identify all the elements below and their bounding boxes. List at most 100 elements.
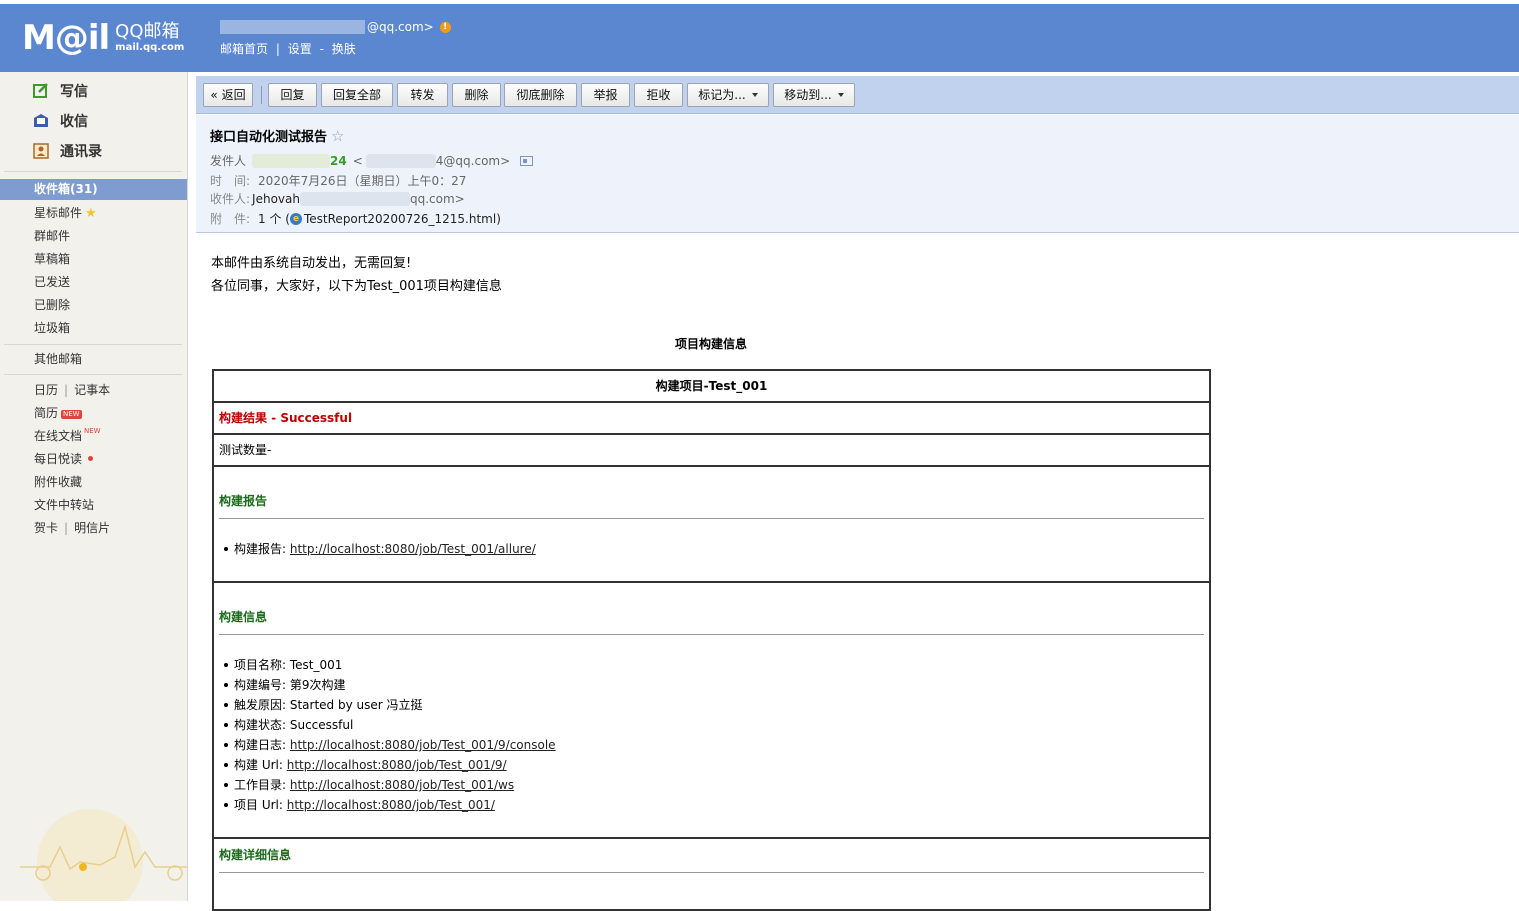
logo-brand: QQ邮箱 bbox=[115, 21, 180, 42]
sidebar-divider bbox=[4, 374, 182, 375]
sidebar-item-daily[interactable]: 每日悦读 bbox=[34, 450, 94, 467]
section-rule bbox=[219, 634, 1204, 635]
contact-card-icon[interactable] bbox=[520, 155, 534, 166]
qqmail-logo[interactable]: M@il QQ邮箱 mail.qq.com bbox=[22, 18, 184, 58]
allure-report-link[interactable]: http://localhost:8080/job/Test_001/allur… bbox=[290, 542, 536, 556]
list-item: 构建日志: http://localhost:8080/job/Test_001… bbox=[224, 735, 1204, 755]
sidebar-item-sent[interactable]: 已发送 bbox=[34, 273, 70, 290]
top-links: 邮箱首页 | 设置 - 换肤 bbox=[220, 40, 356, 57]
compose-action[interactable]: 写信 bbox=[32, 81, 88, 101]
from-label: 发件人 bbox=[210, 154, 247, 168]
sidebar-divider bbox=[4, 344, 182, 345]
reply-all-button[interactable]: 回复全部 bbox=[321, 83, 393, 107]
delete-permanent-button[interactable]: 彻底删除 bbox=[504, 83, 577, 107]
star-icon[interactable]: ☆ bbox=[331, 127, 344, 145]
sidebar-item-inbox[interactable]: 收件箱(31) bbox=[0, 179, 187, 200]
sidebar-item-card[interactable]: 贺卡 bbox=[34, 521, 58, 535]
reply-button[interactable]: 回复 bbox=[268, 83, 317, 107]
section-rule bbox=[219, 872, 1204, 873]
sidebar-decoration bbox=[20, 809, 187, 901]
sidebar-item-calendar[interactable]: 日历 bbox=[34, 383, 58, 397]
recipient-name[interactable]: Jehovah bbox=[252, 192, 300, 206]
report-list: 构建报告: http://localhost:8080/job/Test_001… bbox=[219, 539, 1204, 559]
report-spam-button[interactable]: 举报 bbox=[581, 83, 630, 107]
list-item: 构建状态: Successful bbox=[224, 715, 1204, 735]
warning-icon[interactable]: ! bbox=[439, 21, 451, 33]
sidebar-item-group[interactable]: 群邮件 bbox=[34, 227, 70, 244]
link-separator: | bbox=[275, 42, 280, 56]
reject-button[interactable]: 拒收 bbox=[634, 83, 683, 107]
logo-domain: mail.qq.com bbox=[115, 42, 185, 53]
list-item: 触发原因: Started by user 冯立挺 bbox=[224, 695, 1204, 715]
daily-label: 每日悦读 bbox=[34, 452, 83, 466]
compose-icon bbox=[32, 82, 50, 100]
docs-label: 在线文档 bbox=[34, 429, 83, 443]
attach-count: 1 个 ( bbox=[258, 212, 290, 226]
back-button[interactable]: « 返回 bbox=[203, 83, 253, 107]
info-item-value: Started by user 冯立挺 bbox=[289, 698, 423, 712]
link-separator: - bbox=[319, 42, 324, 56]
build-report-table: 构建项目-Test_001 构建结果 - Successful 测试数量- 构建… bbox=[212, 369, 1211, 911]
attachment-file-link[interactable]: TestReport20200726_1215.html bbox=[304, 212, 496, 226]
resume-label: 简历 bbox=[34, 406, 59, 420]
mail-toolbar: « 返回 回复 回复全部 转发 删除 彻底删除 举报 拒收 标记为... 移动到… bbox=[196, 76, 1519, 114]
report-item-label: 构建报告: bbox=[234, 542, 287, 556]
forward-button[interactable]: 转发 bbox=[397, 83, 448, 107]
info-item-label: 构建状态: bbox=[234, 718, 290, 732]
link-settings[interactable]: 设置 bbox=[288, 42, 312, 56]
info-list: 项目名称: Test_001 构建编号: 第9次构建 触发原因: Started b… bbox=[219, 655, 1204, 815]
sidebar-divider bbox=[4, 171, 182, 172]
contacts-label: 通讯录 bbox=[60, 144, 102, 160]
list-item: 构建 Url: http://localhost:8080/job/Test_0… bbox=[224, 755, 1204, 775]
detail-section: 构建详细信息 bbox=[214, 839, 1209, 909]
info-item-value: Test_001 bbox=[289, 658, 343, 672]
info-item-link[interactable]: http://localhost:8080/job/Test_001/9/ bbox=[287, 758, 507, 772]
recipient-email-partial: qq.com> bbox=[409, 191, 465, 206]
to-label: 收件人: bbox=[210, 192, 251, 206]
sidebar-row-cards: 贺卡 | 明信片 bbox=[34, 519, 110, 536]
build-result-row: 构建结果 - Successful bbox=[214, 403, 1209, 435]
sidebar-item-notebook[interactable]: 记事本 bbox=[74, 383, 110, 397]
sidebar-item-other-mailbox[interactable]: 其他邮箱 bbox=[34, 350, 82, 367]
sidebar-item-docs[interactable]: 在线文档 NEW bbox=[34, 427, 101, 444]
receive-action[interactable]: 收信 bbox=[32, 111, 88, 131]
delete-button[interactable]: 删除 bbox=[452, 83, 501, 107]
compose-label: 写信 bbox=[60, 84, 88, 100]
sidebar-item-drafts[interactable]: 草稿箱 bbox=[34, 250, 70, 267]
detail-section-heading: 构建详细信息 bbox=[219, 848, 292, 862]
sender-email-redacted bbox=[365, 153, 436, 168]
info-item-link[interactable]: http://localhost:8080/job/Test_001/ bbox=[287, 798, 495, 812]
separator: | bbox=[64, 521, 69, 535]
sidebar-item-resume[interactable]: 简历 NEW bbox=[34, 404, 82, 421]
info-item-link[interactable]: http://localhost:8080/job/Test_001/9/con… bbox=[290, 738, 556, 752]
header-bar: M@il QQ邮箱 mail.qq.com @qq.com> ! 邮箱首页 | … bbox=[0, 4, 1519, 72]
info-item-link[interactable]: http://localhost:8080/job/Test_001/ws bbox=[290, 778, 514, 792]
new-superscript: NEW bbox=[84, 427, 101, 435]
starred-label: 星标邮件 bbox=[34, 206, 83, 220]
sidebar-item-deleted[interactable]: 已删除 bbox=[34, 296, 70, 313]
link-mail-home[interactable]: 邮箱首页 bbox=[220, 42, 268, 56]
account-line: @qq.com> ! bbox=[220, 20, 451, 34]
sender-name-partial[interactable]: 24 bbox=[330, 154, 347, 168]
contacts-action[interactable]: 通讯录 bbox=[32, 141, 102, 161]
receive-label: 收信 bbox=[60, 114, 88, 130]
contacts-icon bbox=[32, 142, 50, 160]
chevron-down-icon bbox=[837, 93, 844, 97]
mark-as-dropdown[interactable]: 标记为... bbox=[687, 83, 769, 107]
sidebar-item-postcard[interactable]: 明信片 bbox=[74, 521, 110, 535]
from-row: 发件人 24 < 4@qq.com> bbox=[210, 152, 534, 169]
list-item: 项目 Url: http://localhost:8080/job/Test_0… bbox=[224, 795, 1204, 815]
chevron-down-icon bbox=[751, 93, 758, 97]
sender-email-partial: 4@qq.com> bbox=[435, 153, 511, 168]
sidebar-item-transfer[interactable]: 文件中转站 bbox=[34, 496, 94, 513]
attach-label: 附 件: bbox=[210, 212, 251, 226]
sidebar-item-spam[interactable]: 垃圾箱 bbox=[34, 319, 70, 336]
to-row: 收件人: Jehovah qq.com> bbox=[210, 190, 465, 207]
move-to-dropdown[interactable]: 移动到... bbox=[773, 83, 855, 107]
sidebar-item-attachments[interactable]: 附件收藏 bbox=[34, 473, 82, 490]
info-item-label: 工作目录: bbox=[234, 778, 290, 792]
link-skin[interactable]: 换肤 bbox=[332, 42, 356, 56]
list-item: 构建编号: 第9次构建 bbox=[224, 675, 1204, 695]
project-header: 构建项目-Test_001 bbox=[214, 371, 1209, 403]
sidebar-item-starred[interactable]: 星标邮件 ★ bbox=[34, 204, 97, 221]
